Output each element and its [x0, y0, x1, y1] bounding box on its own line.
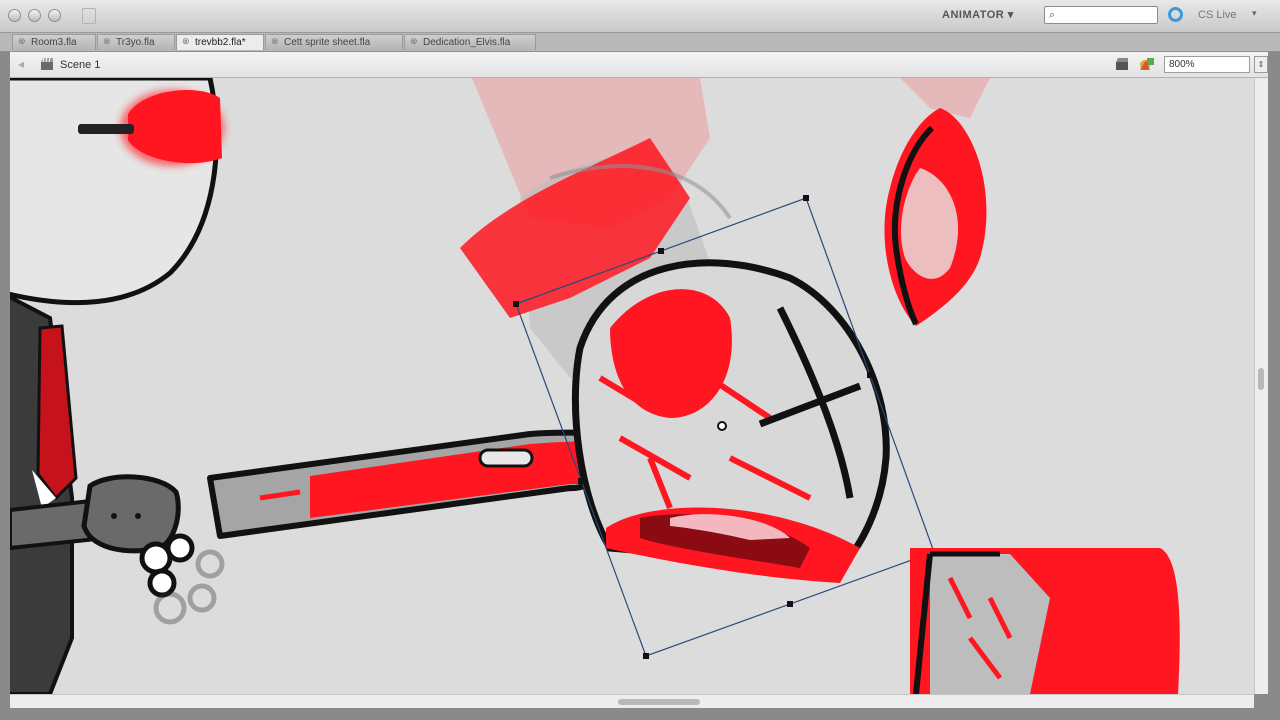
zoom-window-button[interactable]: [48, 9, 61, 22]
close-tab-icon[interactable]: ⊗: [18, 36, 26, 47]
tab-label: trevbb2.fla*: [195, 37, 246, 48]
edit-bar: ◂ Scene 1 800% ⇕: [10, 52, 1268, 78]
cs-live-icon[interactable]: [1168, 7, 1183, 22]
horizontal-scrollbar[interactable]: [10, 694, 1254, 708]
edit-symbol-icon[interactable]: [1138, 56, 1156, 72]
tab-room3[interactable]: ⊗ Room3.fla: [12, 34, 96, 50]
severed-body-part: [910, 548, 1180, 694]
scene-clapper-icon: [41, 57, 53, 70]
help-search-input[interactable]: ⌕: [1044, 6, 1158, 24]
vertical-scroll-thumb[interactable]: [1258, 368, 1264, 390]
document-proxy-icon: [82, 8, 96, 24]
window-bottom-edge: [0, 708, 1280, 720]
document-tab-bar: ⊗ Room3.fla ⊗ Tr3yo.fla ⊗ trevbb2.fla* ⊗…: [0, 33, 1280, 52]
zoom-level-field[interactable]: 800%: [1164, 56, 1250, 73]
severed-head[interactable]: [571, 259, 890, 583]
close-tab-icon[interactable]: ⊗: [182, 36, 190, 47]
workspace-switcher[interactable]: ANIMATOR ▾: [942, 8, 1014, 24]
scene-label[interactable]: Scene 1: [60, 59, 100, 71]
severed-ear: [884, 108, 987, 326]
tab-cett-sprite-sheet[interactable]: ⊗ Cett sprite sheet.fla: [265, 34, 403, 50]
edit-scene-icon[interactable]: [1114, 56, 1130, 72]
stage-artwork: [10, 78, 1180, 694]
horizontal-scroll-thumb[interactable]: [618, 699, 700, 705]
tab-label: Tr3yo.fla: [116, 37, 155, 48]
close-tab-icon[interactable]: ⊗: [410, 36, 418, 47]
stage-canvas[interactable]: [10, 78, 1254, 694]
tab-dedication-elvis[interactable]: ⊗ Dedication_Elvis.fla: [404, 34, 536, 50]
close-window-button[interactable]: [8, 9, 21, 22]
character-head: [10, 78, 224, 306]
tab-label: Dedication_Elvis.fla: [423, 37, 511, 48]
magnifier-icon: ⌕: [1049, 9, 1056, 21]
tab-label: Room3.fla: [31, 37, 77, 48]
close-tab-icon[interactable]: ⊗: [271, 36, 279, 47]
minimize-window-button[interactable]: [28, 9, 41, 22]
cs-live-dropdown-arrow[interactable]: ▾: [1252, 8, 1257, 19]
vertical-scrollbar[interactable]: [1254, 78, 1268, 694]
tab-trevbb2[interactable]: ⊗ trevbb2.fla*: [176, 34, 264, 50]
character-body: [10, 294, 78, 694]
cs-live-label[interactable]: CS Live: [1198, 9, 1237, 21]
close-tab-icon[interactable]: ⊗: [103, 36, 111, 47]
zoom-dropdown-button[interactable]: ⇕: [1254, 56, 1268, 73]
bloody-knife: [10, 429, 645, 625]
window-title-bar: ANIMATOR ▾ ⌕ CS Live ▾: [0, 0, 1280, 33]
back-arrow-icon[interactable]: ◂: [18, 57, 32, 71]
tab-label: Cett sprite sheet.fla: [284, 37, 371, 48]
tab-tr3yo[interactable]: ⊗ Tr3yo.fla: [97, 34, 175, 50]
